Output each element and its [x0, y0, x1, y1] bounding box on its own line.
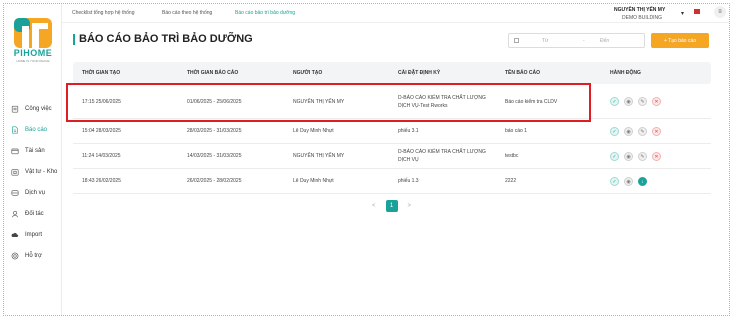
column-header: TÊN BÁO CÁO	[505, 70, 540, 76]
approve-icon[interactable]: ✓	[610, 97, 619, 106]
sidebar-item-import[interactable]: Import	[10, 224, 64, 245]
view-icon[interactable]: ◉	[624, 127, 633, 136]
add-report-button[interactable]: + Tạo báo cáo	[651, 33, 709, 48]
date-to-field[interactable]: Đến	[600, 38, 609, 44]
table-row[interactable]: 11:24 14/03/2025 14/03/2025 - 31/03/2025…	[73, 144, 711, 169]
cell-creator: NGUYỄN THỊ YẾN MY	[293, 153, 345, 159]
support-icon	[10, 251, 20, 261]
user-name[interactable]: NGUYỄN THỊ YẾN MY	[614, 7, 665, 13]
next-page-button[interactable]: >	[408, 203, 412, 209]
cell-report-name: Báo cáo kiểm tra CLDV	[505, 99, 558, 105]
delete-icon[interactable]: ✕	[652, 97, 661, 106]
row-actions: ✓ ◉ ✎ ✕	[610, 97, 661, 106]
flag-icon[interactable]	[694, 9, 700, 14]
sidebar-nav: Công việc Báo cáo Tài sản Vật tư - Kho D…	[10, 98, 64, 266]
row-actions: ✓ ◉ ↓	[610, 177, 647, 186]
sidebar-item-label: Tài sản	[25, 147, 45, 154]
sidebar-item-ho-tro[interactable]: Hỗ trợ	[10, 245, 64, 266]
building-name: DEMO BUILDING	[622, 15, 663, 21]
page-title: BÁO CÁO BẢO TRÌ BẢO DƯỠNG	[73, 34, 253, 45]
cell-report-name: báo cáo 1	[505, 128, 527, 134]
top-bar: Checklist tổng hợp hệ thống Báo cáo theo…	[62, 4, 729, 23]
edit-icon[interactable]: ✎	[638, 152, 647, 161]
sidebar-item-vat-tu-kho[interactable]: Vật tư - Kho	[10, 161, 64, 182]
current-page[interactable]: 1	[385, 200, 398, 212]
report-icon	[10, 125, 20, 135]
cloud-upload-icon	[10, 230, 20, 240]
sidebar-item-dich-vu[interactable]: Dịch vụ	[10, 182, 64, 203]
approve-icon[interactable]: ✓	[610, 127, 619, 136]
warehouse-icon	[10, 167, 20, 177]
table-row[interactable]: 18:43 26/02/2025 26/02/2025 - 28/02/2025…	[73, 169, 711, 194]
user-icon	[10, 209, 20, 219]
chevron-down-icon[interactable]: ▾	[681, 10, 684, 17]
delete-icon[interactable]: ✕	[652, 152, 661, 161]
column-header: THỜI GIAN BÁO CÁO	[187, 70, 239, 76]
tab-bao-cao-theo-he-thong[interactable]: Báo cáo theo hệ thống	[162, 10, 212, 16]
edit-icon[interactable]: ✎	[638, 97, 647, 106]
sidebar-item-label: Công việc	[25, 105, 52, 112]
logo-tagline: HOME IS YOUR PEACE	[16, 59, 50, 63]
view-icon[interactable]: ◉	[624, 97, 633, 106]
table-header: THỜI GIAN TẠO THỜI GIAN BÁO CÁO NGƯỜI TẠ…	[73, 62, 711, 84]
cell-period: 01/06/2025 - 25/06/2025	[187, 99, 242, 105]
cell-creator: Lê Duy Minh Nhựt	[293, 178, 334, 184]
sidebar-item-cong-viec[interactable]: Công việc	[10, 98, 64, 119]
cell-created: 15:04 28/03/2025	[82, 128, 121, 134]
clipboard-icon	[10, 104, 20, 114]
approve-icon[interactable]: ✓	[610, 177, 619, 186]
approve-icon[interactable]: ✓	[610, 152, 619, 161]
view-icon[interactable]: ◉	[624, 177, 633, 186]
column-header: THỜI GIAN TẠO	[82, 70, 121, 76]
date-from-field[interactable]: Từ	[542, 38, 548, 44]
cell-created: 11:24 14/03/2025	[82, 153, 121, 159]
sidebar-item-tai-san[interactable]: Tài sản	[10, 140, 64, 161]
pagination: < 1 >	[372, 200, 411, 212]
cell-schedule: phiếu 1.3	[398, 178, 419, 184]
cell-creator: Lê Duy Minh Nhựt	[293, 128, 334, 134]
tab-checklist-tong-hop[interactable]: Checklist tổng hợp hệ thống	[72, 10, 135, 16]
cell-schedule: D-BÁO CÁO KIỂM TRA CHẤT LƯỢNG DỊCH VỤ-Te…	[398, 95, 486, 109]
cell-created: 17:15 25/06/2025	[82, 99, 121, 105]
prev-page-button[interactable]: <	[372, 203, 376, 209]
cell-report-name: 2222	[505, 178, 517, 184]
column-header: NGƯỜI TẠO	[293, 70, 323, 76]
cell-period: 28/03/2025 - 31/03/2025	[187, 128, 242, 134]
view-icon[interactable]: ◉	[624, 152, 633, 161]
cell-created: 18:43 26/02/2025	[82, 178, 121, 184]
row-actions: ✓ ◉ ✎ ✕	[610, 127, 661, 136]
service-icon	[10, 188, 20, 198]
cell-schedule: phiếu 3.1	[398, 128, 419, 134]
box-icon	[10, 146, 20, 156]
cell-creator: NGUYỄN THỊ YẾN MY	[293, 99, 345, 105]
sidebar-item-label: Import	[25, 231, 43, 238]
calendar-icon	[514, 38, 519, 43]
table-row[interactable]: 17:15 25/06/2025 01/06/2025 - 25/06/2025…	[73, 85, 711, 119]
logo-text: PIHOME	[13, 48, 53, 58]
row-actions: ✓ ◉ ✎ ✕	[610, 152, 661, 161]
sidebar: PIHOME HOME IS YOUR PEACE Công việc Báo …	[4, 4, 62, 315]
date-range-picker[interactable]: Từ - Đến	[508, 33, 645, 48]
sidebar-item-label: Báo cáo	[25, 126, 48, 133]
column-header: HÀNH ĐỘNG	[610, 70, 641, 76]
sidebar-item-label: Dịch vụ	[25, 189, 46, 196]
cell-period: 14/03/2025 - 31/03/2025	[187, 153, 242, 159]
cell-schedule: D-BÁO CÁO KIỂM TRA CHẤT LƯỢNG DỊCH VỤ	[398, 149, 486, 163]
sidebar-item-label: Vật tư - Kho	[25, 168, 58, 175]
sidebar-item-label: Đối tác	[25, 210, 44, 217]
cell-period: 26/02/2025 - 28/02/2025	[187, 178, 242, 184]
delete-icon[interactable]: ✕	[652, 127, 661, 136]
sidebar-item-bao-cao[interactable]: Báo cáo	[10, 119, 64, 140]
tab-bao-cao-bao-tri[interactable]: Báo cáo bảo trì bảo dưỡng	[235, 10, 295, 16]
download-icon[interactable]: ↓	[638, 177, 647, 186]
column-header: CÀI ĐẶT ĐỊNH KỲ	[398, 70, 441, 76]
sidebar-item-doi-tac[interactable]: Đối tác	[10, 203, 64, 224]
date-separator: -	[583, 38, 585, 44]
table-row[interactable]: 15:04 28/03/2025 28/03/2025 - 31/03/2025…	[73, 119, 711, 144]
report-table: THỜI GIAN TẠO THỜI GIAN BÁO CÁO NGƯỜI TẠ…	[73, 62, 711, 194]
sidebar-item-label: Hỗ trợ	[25, 252, 42, 259]
cell-report-name: testbc	[505, 153, 519, 159]
menu-icon[interactable]: ≡	[714, 6, 726, 18]
edit-icon[interactable]: ✎	[638, 127, 647, 136]
